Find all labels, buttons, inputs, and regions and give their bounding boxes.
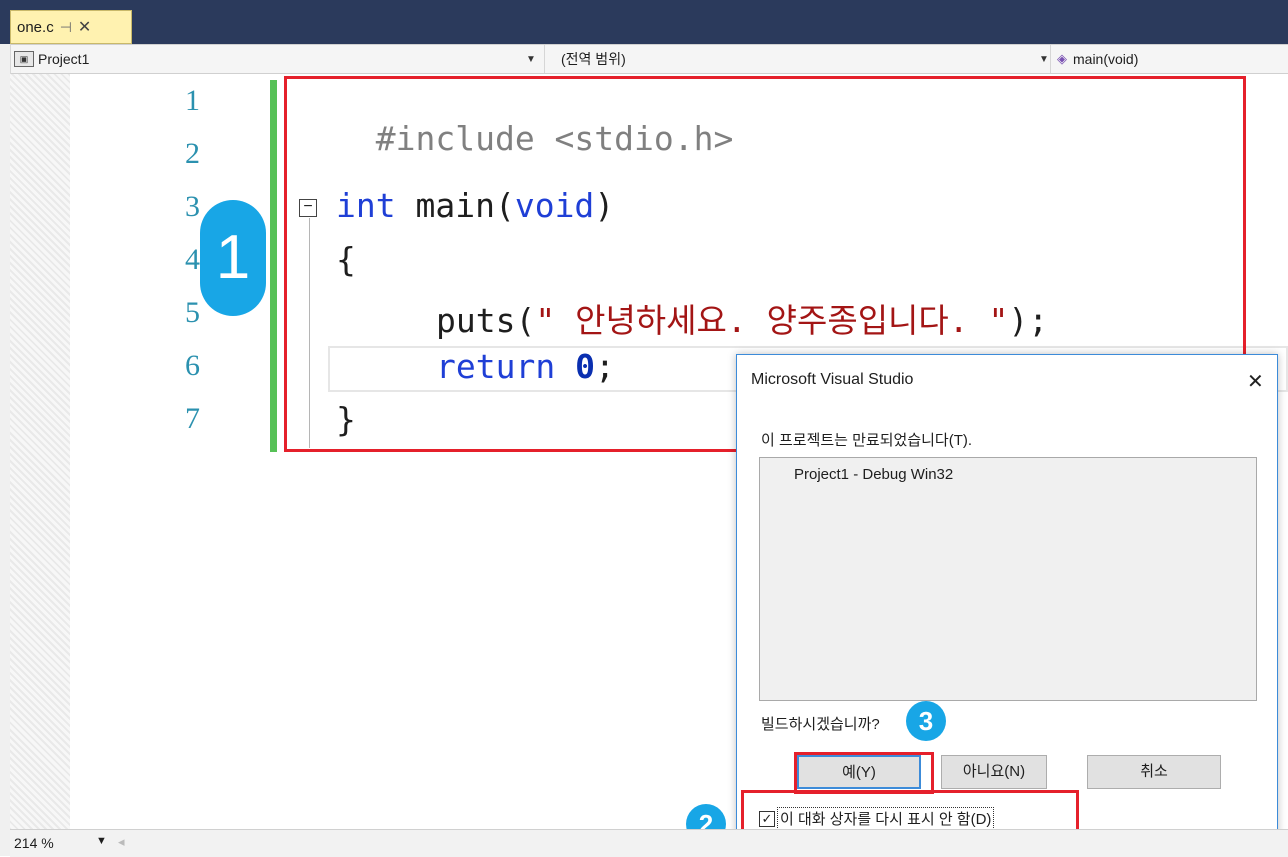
- line-number: 4: [185, 243, 200, 276]
- scope-dropdown[interactable]: (전역 범위) ▼: [544, 45, 1050, 73]
- tab-filename: one.c: [17, 18, 54, 36]
- zoom-level[interactable]: 214 %: [14, 835, 54, 851]
- yes-button-highlight-box: [794, 752, 934, 794]
- line-number: 7: [185, 402, 200, 435]
- line-number: 5: [185, 296, 200, 329]
- line-number: 6: [185, 349, 200, 382]
- function-dropdown[interactable]: ◈ main(void): [1050, 45, 1288, 73]
- close-icon[interactable]: ✕: [78, 17, 91, 37]
- function-icon: ◈: [1057, 51, 1067, 66]
- chevron-down-icon[interactable]: ▼: [96, 835, 107, 847]
- step-badge-3: 3: [906, 701, 946, 741]
- line-number: 3: [185, 190, 200, 223]
- project-icon: ▣: [14, 51, 34, 67]
- project-list[interactable]: Project1 - Debug Win32: [759, 457, 1257, 701]
- cancel-button[interactable]: 취소: [1087, 755, 1221, 789]
- chevron-down-icon[interactable]: ▼: [526, 54, 536, 65]
- editor-status-bar: 214 % ▼ ◂: [10, 829, 1288, 857]
- dialog-title: Microsoft Visual Studio: [751, 371, 914, 388]
- function-name: main(void): [1073, 51, 1139, 67]
- step-badge-1: 1: [200, 200, 266, 316]
- change-tracking-bar: [270, 80, 277, 452]
- line-number: 1: [185, 84, 200, 117]
- project-name: Project1: [38, 51, 90, 67]
- dialog-question: 빌드하시겠습니까?: [761, 716, 880, 733]
- scroll-left-icon[interactable]: ◂: [118, 834, 125, 850]
- dialog-message: 이 프로젝트는 만료되었습니다(T).: [761, 432, 973, 449]
- close-icon[interactable]: ✕: [1247, 369, 1264, 394]
- pin-icon[interactable]: ⊣: [60, 19, 72, 36]
- project-dropdown[interactable]: ▣ Project1 ▼: [14, 45, 536, 73]
- list-item[interactable]: Project1 - Debug Win32: [794, 466, 953, 483]
- navigation-bar: ▣ Project1 ▼ (전역 범위) ▼ ◈ main(void): [10, 44, 1288, 74]
- line-number: 2: [185, 137, 200, 170]
- scope-name: (전역 범위): [561, 51, 626, 67]
- indicator-margin: [10, 74, 70, 830]
- chevron-down-icon[interactable]: ▼: [1039, 54, 1049, 65]
- document-tab-strip: one.c ⊣ ✕: [0, 0, 1288, 44]
- tab-one-c[interactable]: one.c ⊣ ✕: [10, 10, 132, 44]
- no-button[interactable]: 아니요(N): [941, 755, 1047, 789]
